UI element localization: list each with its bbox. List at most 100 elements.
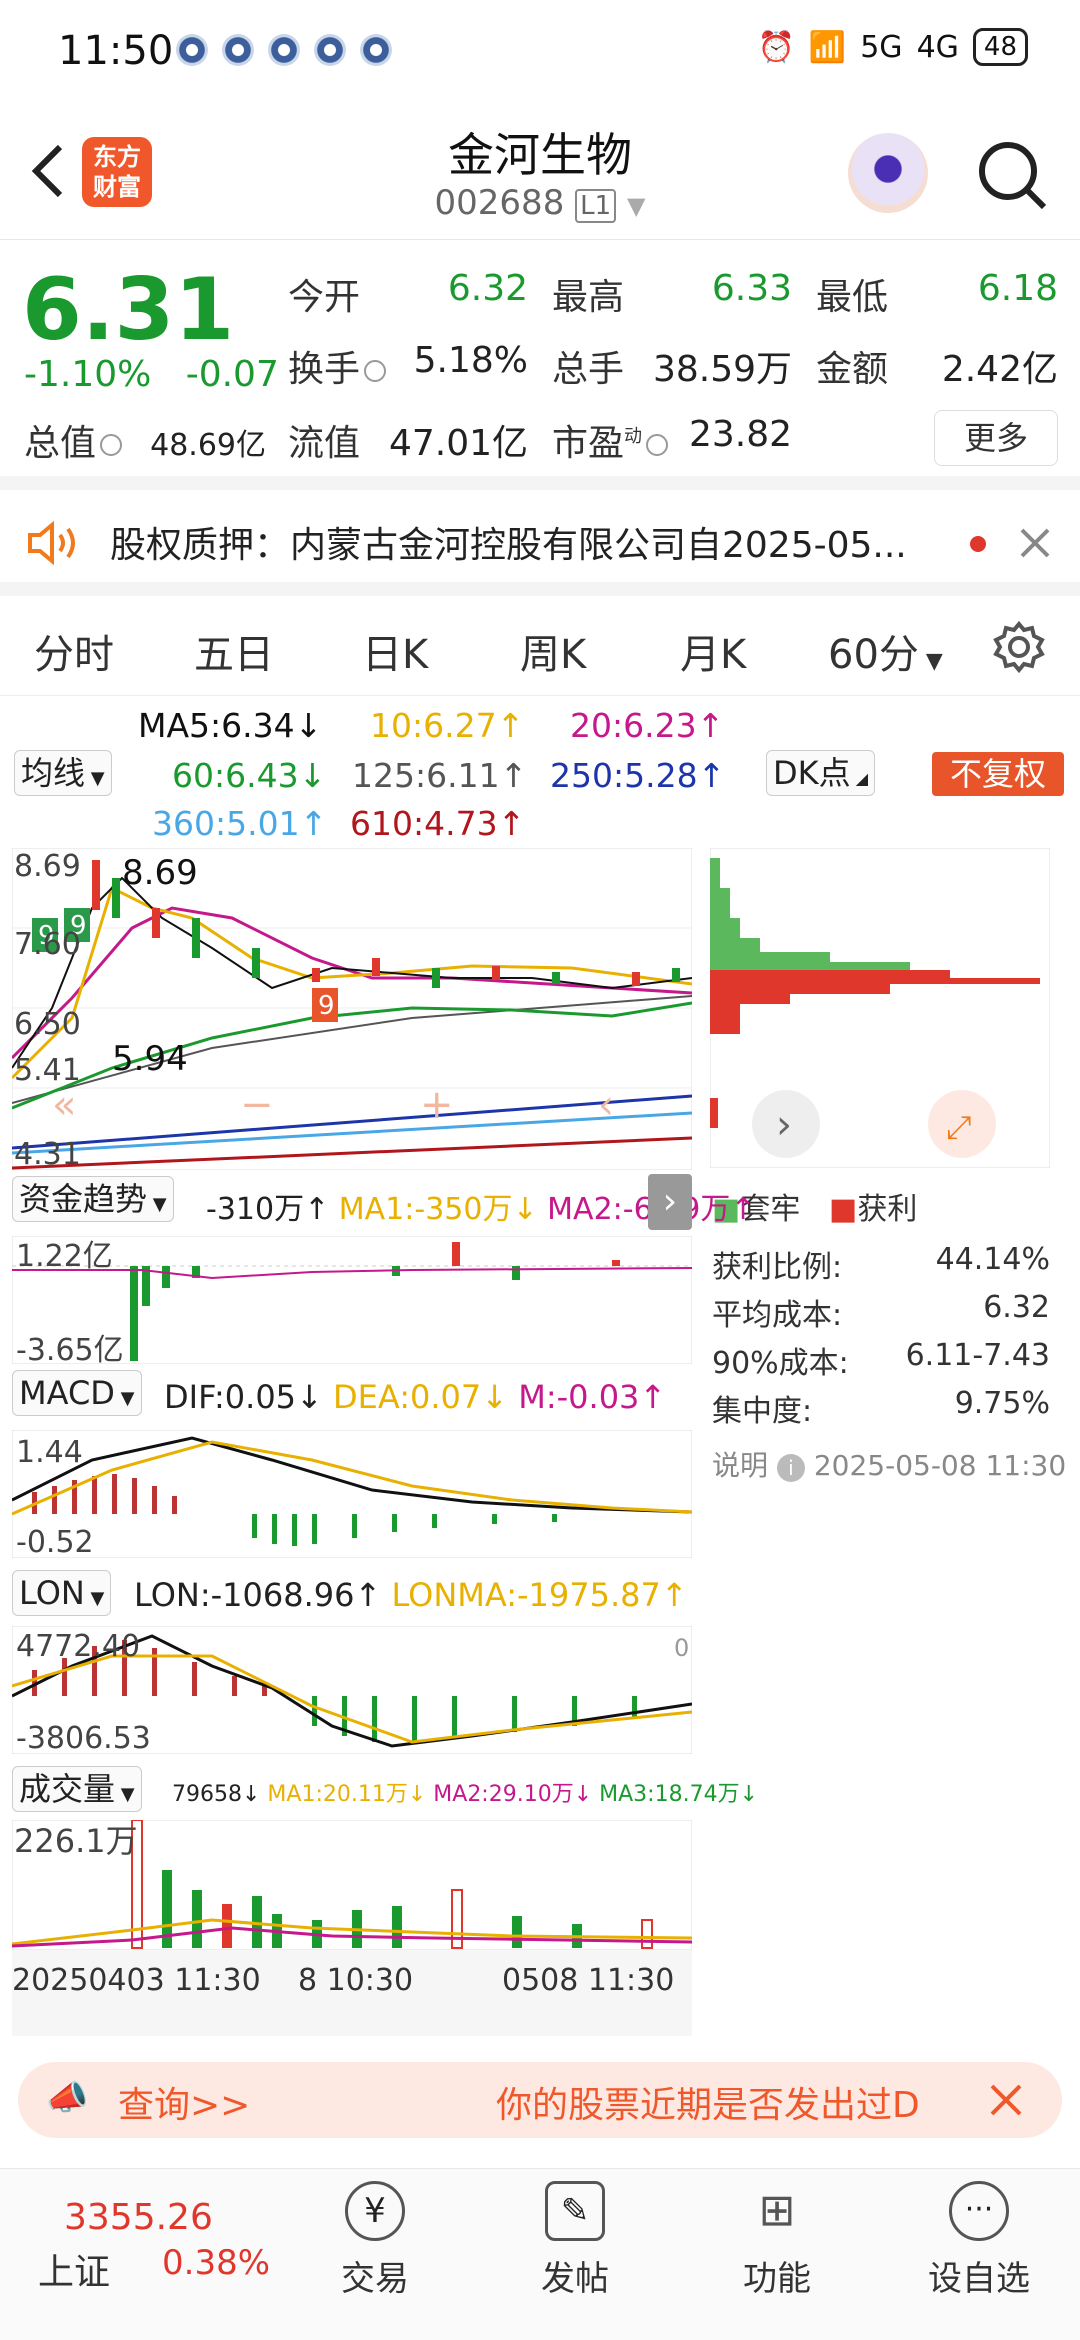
- axis-label: 6.50: [14, 1007, 81, 1042]
- axis-label: 8.69: [14, 849, 81, 884]
- notification-icon: [314, 34, 346, 66]
- nav-post-label: 发帖: [541, 2259, 609, 2299]
- info-icon[interactable]: [364, 360, 387, 382]
- profit-swatch: ■: [828, 1192, 858, 1227]
- assistant-robot-icon[interactable]: [848, 133, 928, 213]
- profit-ratio-label: 获利比例:: [712, 1250, 843, 1285]
- mcap-label: 总值: [24, 414, 126, 466]
- chevron-down-icon: ◢: [850, 769, 869, 788]
- nav-function[interactable]: ⊞ 功能: [702, 2181, 852, 2300]
- close-icon[interactable]: [988, 2082, 1024, 2118]
- fuquan-button[interactable]: 不复权: [932, 752, 1064, 796]
- ma-selector[interactable]: 均线 ▼: [14, 750, 112, 796]
- concentration-label: 集中度:: [712, 1394, 813, 1429]
- nav-post[interactable]: ✎ 发帖: [500, 2181, 650, 2300]
- tab-60-min[interactable]: 60分 ▼: [828, 622, 943, 680]
- chip-note[interactable]: 说明 i 2025-05-08 11:30: [712, 1444, 1066, 1484]
- axis-label: 4772.40: [16, 1629, 140, 1664]
- ma-selector-label: 均线: [21, 754, 86, 792]
- lonma-value: LONMA:-1975.87↑: [391, 1576, 688, 1614]
- kline-chart[interactable]: 9 9 9 8.69 7.60 6.50 5.41 4.31 8.69 5.94…: [12, 848, 692, 1170]
- info-icon[interactable]: [646, 434, 669, 456]
- gear-icon[interactable]: [992, 620, 1046, 674]
- stock-code-text: 002688: [434, 183, 565, 223]
- zoom-in-icon[interactable]: +: [420, 1082, 454, 1128]
- ma610-label: 610:4.73↑: [350, 804, 526, 843]
- scroll-back-icon[interactable]: ‹: [598, 1082, 614, 1128]
- lon-chart[interactable]: 4772.40 -3806.53 0: [12, 1626, 692, 1754]
- fund-selector[interactable]: 资金趋势 ▼: [12, 1176, 174, 1222]
- fund-value: -310万↑: [206, 1192, 330, 1227]
- nav-watchlist[interactable]: ··· 设自选: [904, 2181, 1054, 2300]
- low-label: 最低: [816, 277, 889, 318]
- volume-chart[interactable]: 226.1万 20250403 11:30 8 10:30 0508 11:30: [12, 1820, 692, 2036]
- notification-icon: [360, 34, 392, 66]
- macd-dif: DIF:0.05↓: [164, 1378, 323, 1416]
- open-value: 6.32: [447, 268, 528, 309]
- axis-label: 226.1万: [14, 1822, 138, 1860]
- zoom-out-icon[interactable]: −: [240, 1082, 274, 1128]
- macd-selector-label: MACD: [19, 1374, 115, 1412]
- ad-left-text: 查询>>: [118, 2085, 251, 2126]
- expand-icon[interactable]: ⤢: [946, 1108, 972, 1146]
- tab-day-k[interactable]: 日K: [362, 622, 428, 680]
- index-value[interactable]: 3355.26: [64, 2197, 213, 2238]
- axis-label: 7.60: [14, 927, 81, 962]
- avg-cost-value: 6.32: [983, 1290, 1050, 1325]
- ma20-label: 20:6.23↑: [570, 706, 725, 745]
- volume-value: 79658↓: [172, 1782, 261, 1807]
- info-icon[interactable]: [100, 434, 123, 456]
- chevron-down-icon: ▼: [918, 649, 943, 674]
- fund-trend-chart[interactable]: 1.22亿 -3.65亿: [12, 1236, 692, 1364]
- ad-banner[interactable]: 📣 查询>> 你的股票近期是否发出过D: [18, 2062, 1062, 2138]
- volume-selector-label: 成交量: [19, 1770, 116, 1808]
- dk-selector[interactable]: DK点 ◢: [766, 750, 876, 796]
- axis-label: 1.22亿: [16, 1239, 113, 1274]
- avg-cost-label: 平均成本:: [712, 1298, 843, 1333]
- nav-trade[interactable]: ¥ 交易: [300, 2181, 450, 2300]
- tab-60-min-label: 60分: [828, 632, 919, 678]
- tab-fenshi[interactable]: 分时: [34, 622, 114, 680]
- level-badge: L1: [575, 189, 617, 223]
- high-label: 最高: [552, 277, 625, 318]
- volume-ma3: MA3:18.74万↓: [599, 1782, 758, 1807]
- macd-selector[interactable]: MACD ▼: [12, 1370, 142, 1416]
- fund-selector-label: 资金趋势: [19, 1180, 148, 1218]
- more-button[interactable]: 更多: [934, 410, 1058, 466]
- expand-right-icon[interactable]: ›: [648, 1174, 692, 1230]
- chevron-down-icon: ▼: [84, 1588, 105, 1609]
- notice-bar[interactable]: 股权质押：内蒙古金河控股有限公司自2025-05...: [0, 490, 1080, 596]
- note-label: 说明: [712, 1449, 769, 1482]
- low-value: 6.18: [977, 268, 1058, 309]
- volume-selector[interactable]: 成交量 ▼: [12, 1766, 142, 1812]
- chevron-down-icon: ▼: [626, 192, 646, 220]
- index-change[interactable]: 0.38%: [162, 2243, 270, 2283]
- lon-value: LON:-1068.96↑: [134, 1576, 382, 1614]
- price-change: -1.10% -0.07: [24, 354, 279, 395]
- chip-distribution-chart[interactable]: › ⤢: [710, 848, 1050, 1168]
- turnover-label-text: 换手: [288, 349, 361, 390]
- index-name[interactable]: 上证: [38, 2243, 110, 2295]
- macd-chart[interactable]: 1.44 -0.52: [12, 1430, 692, 1558]
- alarm-icon: ⏰: [757, 29, 795, 65]
- scroll-left-icon[interactable]: «: [52, 1082, 76, 1128]
- max-price-mark: 8.69: [122, 853, 198, 893]
- next-icon[interactable]: ›: [776, 1102, 792, 1148]
- ma5-label: MA5:6.34↓: [138, 706, 323, 745]
- tab-five-day[interactable]: 五日: [194, 622, 274, 680]
- tab-month-k[interactable]: 月K: [680, 622, 746, 680]
- grid-icon: ⊞: [758, 2185, 796, 2236]
- nine-marker: 9: [318, 991, 335, 1021]
- ad-right-text: 你的股票近期是否发出过D: [496, 2085, 920, 2126]
- close-icon[interactable]: [1018, 526, 1052, 560]
- yen-icon: ¥: [345, 2181, 405, 2241]
- float-label: 流值: [288, 423, 361, 464]
- ma10-label: 10:6.27↑: [370, 706, 525, 745]
- status-bar: 11:50 ⏰ 📶 5G 4G 48: [0, 0, 1080, 105]
- min-price-mark: 5.94: [112, 1039, 188, 1079]
- tab-week-k[interactable]: 周K: [520, 622, 586, 680]
- search-icon[interactable]: [976, 139, 1048, 211]
- notification-icon: [268, 34, 300, 66]
- volume-value: 38.59万: [652, 349, 792, 390]
- lon-selector[interactable]: LON ▼: [12, 1570, 112, 1616]
